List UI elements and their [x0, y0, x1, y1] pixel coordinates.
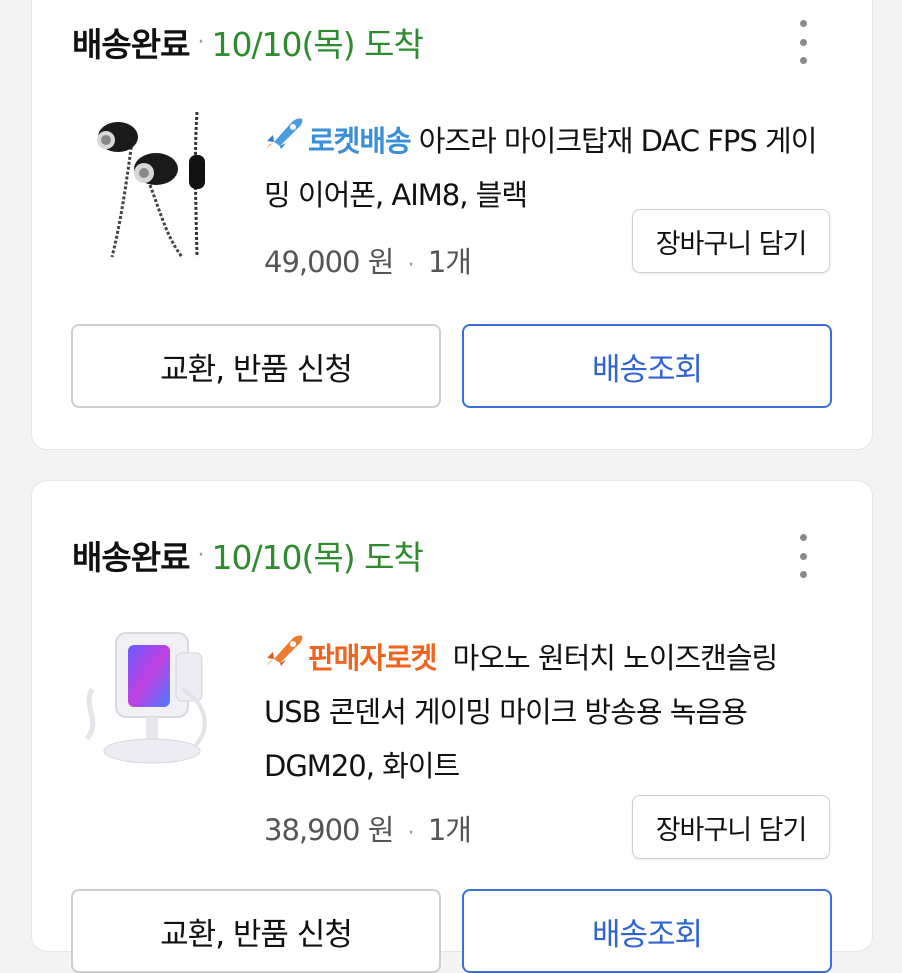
- order-status-row: 배송완료 · 10/10(목) 도착: [72, 17, 424, 67]
- product-title[interactable]: 로켓배송 아즈라 마이크탑재 DAC FPS 게이밍 이어폰, AIM8, 블랙: [264, 114, 824, 222]
- order-status-row: 배송완료 · 10/10(목) 도착: [72, 530, 424, 580]
- price: 38,900 원: [264, 813, 394, 847]
- price-row: 49,000 원 · 1개: [264, 239, 472, 281]
- rocket-delivery-badge: 로켓배송: [264, 118, 412, 158]
- more-options-icon[interactable]: [796, 20, 810, 64]
- separator-dot: ·: [197, 29, 204, 55]
- earphones-image[interactable]: [72, 107, 222, 267]
- quantity: 1개: [427, 245, 472, 279]
- product-title[interactable]: 판매자로켓 마오노 원터치 노이즈캔슬링 USB 콘덴서 게이밍 마이크 방송용…: [264, 631, 824, 793]
- arrival-date: 10/10(목) 도착: [211, 538, 423, 577]
- quantity: 1개: [427, 813, 472, 847]
- delivery-status: 배송완료: [72, 25, 190, 64]
- add-to-cart-button[interactable]: 장바구니 담기: [632, 209, 830, 273]
- arrival-date: 10/10(목) 도착: [211, 25, 423, 64]
- separator-dot: ·: [407, 253, 415, 278]
- rocket-icon: [264, 630, 304, 684]
- more-options-icon[interactable]: [796, 534, 810, 578]
- price-row: 38,900 원 · 1개: [264, 807, 472, 849]
- badge-label: 판매자로켓: [308, 641, 437, 675]
- microphone-image[interactable]: [72, 619, 222, 779]
- badge-label: 로켓배송: [308, 124, 412, 158]
- rocket-icon: [264, 113, 304, 167]
- seller-rocket-badge: 판매자로켓: [264, 635, 437, 675]
- separator-dot: ·: [407, 821, 415, 846]
- delivery-status: 배송완료: [72, 538, 190, 577]
- exchange-return-button[interactable]: 교환, 반품 신청: [71, 324, 441, 408]
- separator-dot: ·: [197, 542, 204, 568]
- track-delivery-button[interactable]: 배송조회: [462, 324, 832, 408]
- price: 49,000 원: [264, 245, 394, 279]
- add-to-cart-button[interactable]: 장바구니 담기: [632, 795, 830, 859]
- order-card: 배송완료 · 10/10(목) 도착 판매자로켓 마오노 원터치 노이즈캔슬링 …: [31, 480, 873, 973]
- order-card: 배송완료 · 10/10(목) 도착 로켓배송 아즈라 마이크탑재 DAC FPS…: [31, 0, 873, 450]
